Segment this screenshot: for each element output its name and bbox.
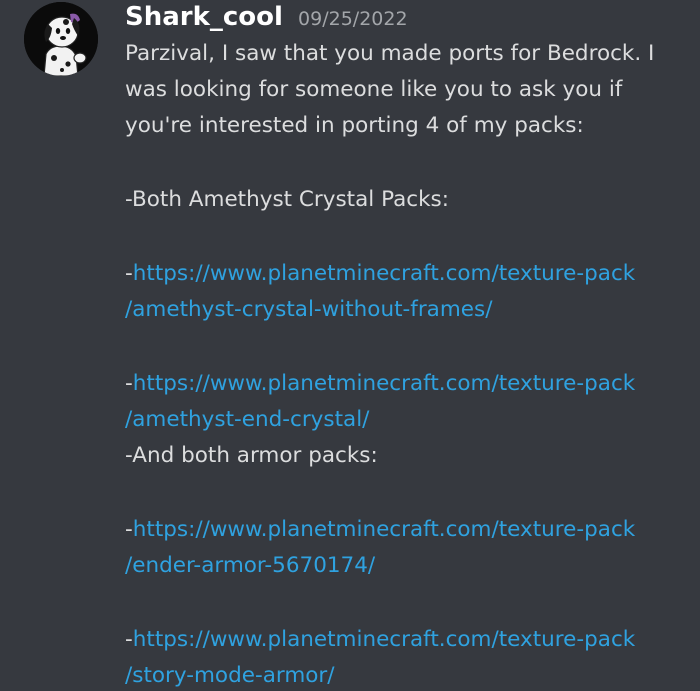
link-item: -https://www.planetminecraft.com/texture…	[125, 622, 690, 691]
link-amethyst-crystal-without-frames-cont[interactable]: /amethyst-crystal-without-frames/	[125, 297, 492, 322]
link-prefix: -	[125, 371, 133, 396]
link-item: -https://www.planetminecraft.com/texture…	[125, 366, 690, 438]
link-amethyst-end-crystal-cont[interactable]: /amethyst-end-crystal/	[125, 407, 369, 432]
link-item: -https://www.planetminecraft.com/texture…	[125, 512, 690, 584]
link-item: -https://www.planetminecraft.com/texture…	[125, 256, 690, 328]
link-prefix: -	[125, 627, 133, 652]
username[interactable]: Shark_cool	[125, 2, 283, 32]
link-amethyst-crystal-without-frames[interactable]: https://www.planetminecraft.com/texture-…	[133, 261, 636, 286]
section-heading-amethyst: -Both Amethyst Crystal Packs:	[125, 187, 449, 212]
message-line: was looking for someone like you to ask …	[125, 77, 623, 102]
section-heading-armor: -And both armor packs:	[125, 443, 378, 468]
avatar[interactable]	[24, 2, 98, 76]
timestamp: 09/25/2022	[298, 8, 408, 30]
link-story-mode-armor[interactable]: https://www.planetminecraft.com/texture-…	[133, 627, 636, 652]
link-ender-armor[interactable]: https://www.planetminecraft.com/texture-…	[133, 517, 636, 542]
link-story-mode-armor-cont[interactable]: /story-mode-armor/	[125, 663, 335, 688]
chat-message: Shark_cool 09/25/2022 Parzival, I saw th…	[0, 0, 700, 691]
message-body: Parzival, I saw that you made ports for …	[125, 36, 690, 691]
link-prefix: -	[125, 261, 133, 286]
dog-avatar-icon	[24, 2, 98, 76]
link-amethyst-end-crystal[interactable]: https://www.planetminecraft.com/texture-…	[133, 371, 636, 396]
link-ender-armor-cont[interactable]: /ender-armor-5670174/	[125, 553, 375, 578]
link-prefix: -	[125, 517, 133, 542]
message-header: Shark_cool 09/25/2022	[125, 0, 408, 34]
message-line: you're interested in porting 4 of my pac…	[125, 113, 584, 138]
message-line: Parzival, I saw that you made ports for …	[125, 41, 655, 66]
